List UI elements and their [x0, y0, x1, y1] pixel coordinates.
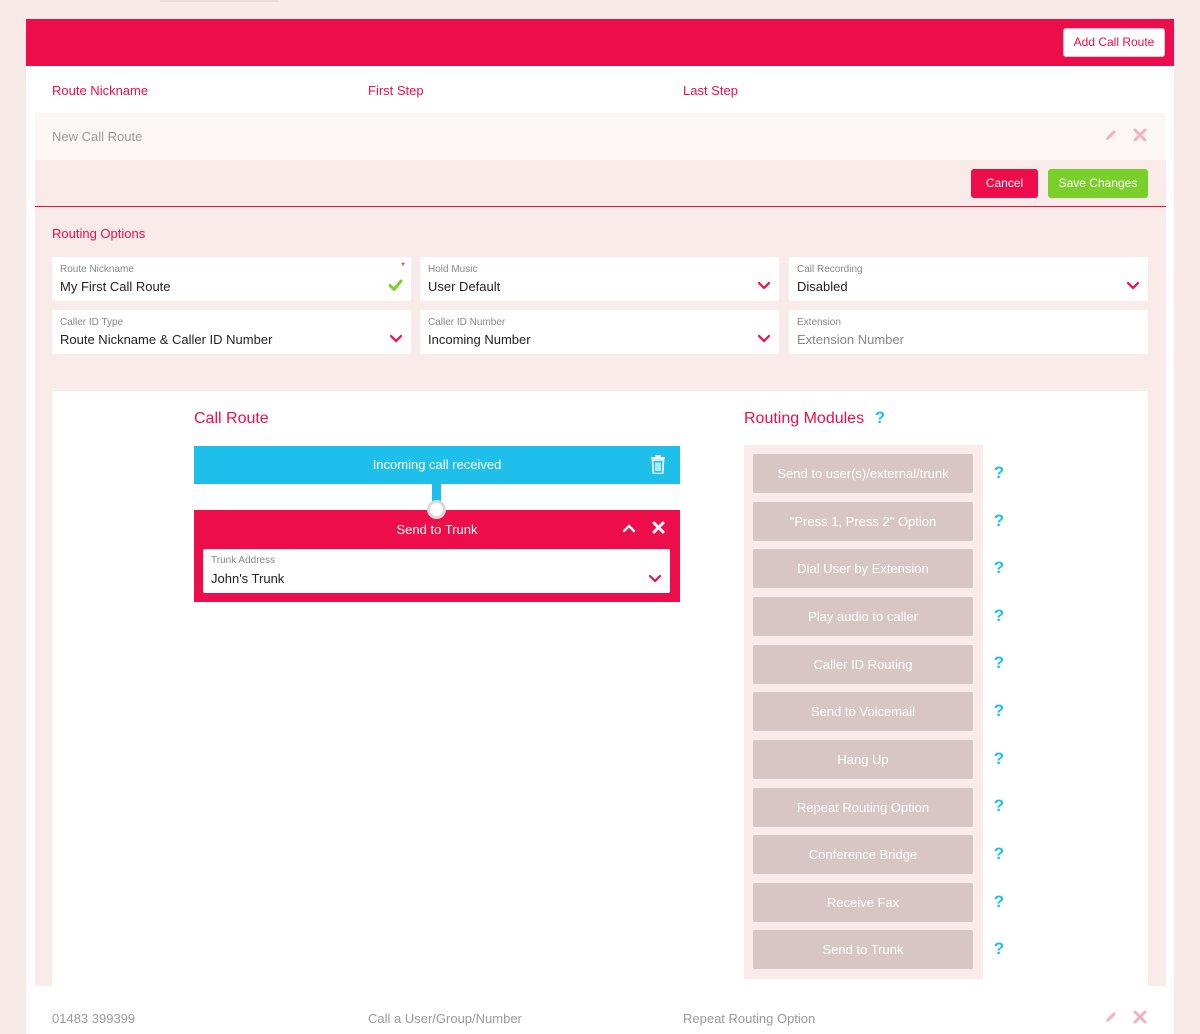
checkmark-icon — [388, 279, 403, 291]
module-send-to-user[interactable]: Send to user(s)/external/trunk — [753, 454, 973, 493]
extension-input[interactable]: Extension Extension Number — [789, 310, 1148, 354]
incoming-call-block: Incoming call received — [194, 446, 680, 484]
module-send-to-trunk[interactable]: Send to Trunk — [753, 930, 973, 969]
cancel-button[interactable]: Cancel — [971, 169, 1038, 198]
module-help-icon[interactable]: ? — [992, 939, 1006, 959]
close-icon[interactable] — [652, 521, 665, 534]
module-repeat-routing[interactable]: Repeat Routing Option — [753, 788, 973, 827]
routing-modules-list: Send to user(s)/external/trunk "Press 1,… — [744, 445, 983, 979]
module-help-icon[interactable]: ? — [992, 653, 1006, 673]
call-recording-value: Disabled — [797, 279, 848, 294]
caller-id-number-value: Incoming Number — [428, 332, 531, 347]
top-strip — [160, 0, 278, 2]
required-marker: * — [401, 261, 405, 272]
module-hang-up[interactable]: Hang Up — [753, 740, 973, 779]
column-header-first-step[interactable]: First Step — [368, 83, 424, 98]
trunk-address-value: John's Trunk — [211, 571, 285, 586]
module-help-icon[interactable]: ? — [992, 892, 1006, 912]
route-row-last-step: Repeat Routing Option — [683, 1011, 816, 1026]
chevron-up-icon[interactable] — [622, 522, 636, 534]
pencil-icon[interactable] — [1103, 1009, 1119, 1025]
close-icon[interactable] — [1132, 127, 1148, 143]
route-row-first-step: Call a User/Group/Number — [368, 1011, 522, 1026]
route-edit-area: Cancel Save Changes Routing Options Rout… — [35, 160, 1166, 995]
column-header-last-step[interactable]: Last Step — [683, 83, 738, 98]
module-help-icon[interactable]: ? — [992, 844, 1006, 864]
column-header-route-nickname[interactable]: Route Nickname — [52, 83, 148, 98]
chevron-down-icon — [757, 334, 771, 343]
call-recording-select[interactable]: Call Recording Disabled — [789, 257, 1148, 301]
module-press-option[interactable]: "Press 1, Press 2" Option — [753, 502, 973, 541]
field-label: Call Recording — [797, 264, 863, 275]
route-row[interactable]: 01483 399399 Call a User/Group/Number Re… — [35, 997, 1166, 1034]
module-help-icon[interactable]: ? — [992, 701, 1006, 721]
route-nickname-field[interactable]: Route Nickname * My First Call Route — [52, 257, 411, 301]
hold-music-value: User Default — [428, 279, 501, 294]
send-to-trunk-block: Send to Trunk Trunk Address John's Trunk — [194, 510, 680, 602]
call-route-title: Call Route — [194, 410, 269, 427]
module-caller-id-routing[interactable]: Caller ID Routing — [753, 645, 973, 684]
caller-id-type-select[interactable]: Caller ID Type Route Nickname & Caller I… — [52, 310, 411, 354]
panel-header: Add Call Route — [26, 19, 1174, 66]
trash-icon[interactable] — [650, 455, 666, 474]
module-dial-by-extension[interactable]: Dial User by Extension — [753, 549, 973, 588]
hold-music-select[interactable]: Hold Music User Default — [420, 257, 779, 301]
chevron-down-icon — [757, 281, 771, 290]
route-nickname-value: My First Call Route — [60, 279, 171, 294]
field-label: Extension — [797, 317, 841, 328]
connector-node[interactable] — [427, 500, 446, 519]
close-icon[interactable] — [1132, 1009, 1148, 1025]
module-help-icon[interactable]: ? — [992, 463, 1006, 483]
module-help-icon[interactable]: ? — [992, 511, 1006, 531]
chevron-down-icon — [648, 574, 662, 583]
send-to-trunk-title: Send to Trunk — [396, 522, 478, 537]
route-builder-canvas: Call Route Incoming call received Send t… — [52, 391, 1148, 995]
save-changes-button[interactable]: Save Changes — [1048, 169, 1148, 198]
module-help-icon[interactable]: ? — [992, 606, 1006, 626]
action-bar: Cancel Save Changes — [35, 160, 1166, 207]
module-conference-bridge[interactable]: Conference Bridge — [753, 835, 973, 874]
route-row-name: 01483 399399 — [52, 1011, 136, 1026]
add-call-route-button[interactable]: Add Call Route — [1063, 28, 1165, 57]
extension-placeholder: Extension Number — [797, 332, 904, 347]
module-send-to-voicemail[interactable]: Send to Voicemail — [753, 692, 973, 731]
pencil-icon[interactable] — [1103, 127, 1119, 143]
incoming-call-label: Incoming call received — [372, 457, 502, 472]
routing-options-title: Routing Options — [52, 226, 146, 241]
module-play-audio[interactable]: Play audio to caller — [753, 597, 973, 636]
trunk-address-select[interactable]: Trunk Address John's Trunk — [203, 549, 670, 593]
module-help-icon[interactable]: ? — [992, 558, 1006, 578]
field-label: Route Nickname — [60, 264, 134, 275]
chevron-down-icon — [389, 334, 403, 343]
caller-id-number-select[interactable]: Caller ID Number Incoming Number — [420, 310, 779, 354]
route-row-new-call-route[interactable]: New Call Route — [35, 113, 1166, 160]
field-label: Trunk Address — [211, 555, 276, 566]
field-label: Caller ID Type — [60, 317, 124, 328]
call-routes-panel: Add Call Route Route Nickname First Step… — [26, 19, 1174, 1034]
caller-id-type-value: Route Nickname & Caller ID Number — [60, 332, 273, 347]
routing-modules-title: Routing Modules — [744, 410, 865, 427]
routing-modules-help-icon[interactable]: ? — [873, 408, 887, 428]
route-row-name: New Call Route — [52, 129, 143, 144]
module-help-icon[interactable]: ? — [992, 796, 1006, 816]
module-receive-fax[interactable]: Receive Fax — [753, 883, 973, 922]
chevron-down-icon — [1126, 281, 1140, 290]
field-label: Hold Music — [428, 264, 478, 275]
module-help-icon[interactable]: ? — [992, 749, 1006, 769]
field-label: Caller ID Number — [428, 317, 506, 328]
